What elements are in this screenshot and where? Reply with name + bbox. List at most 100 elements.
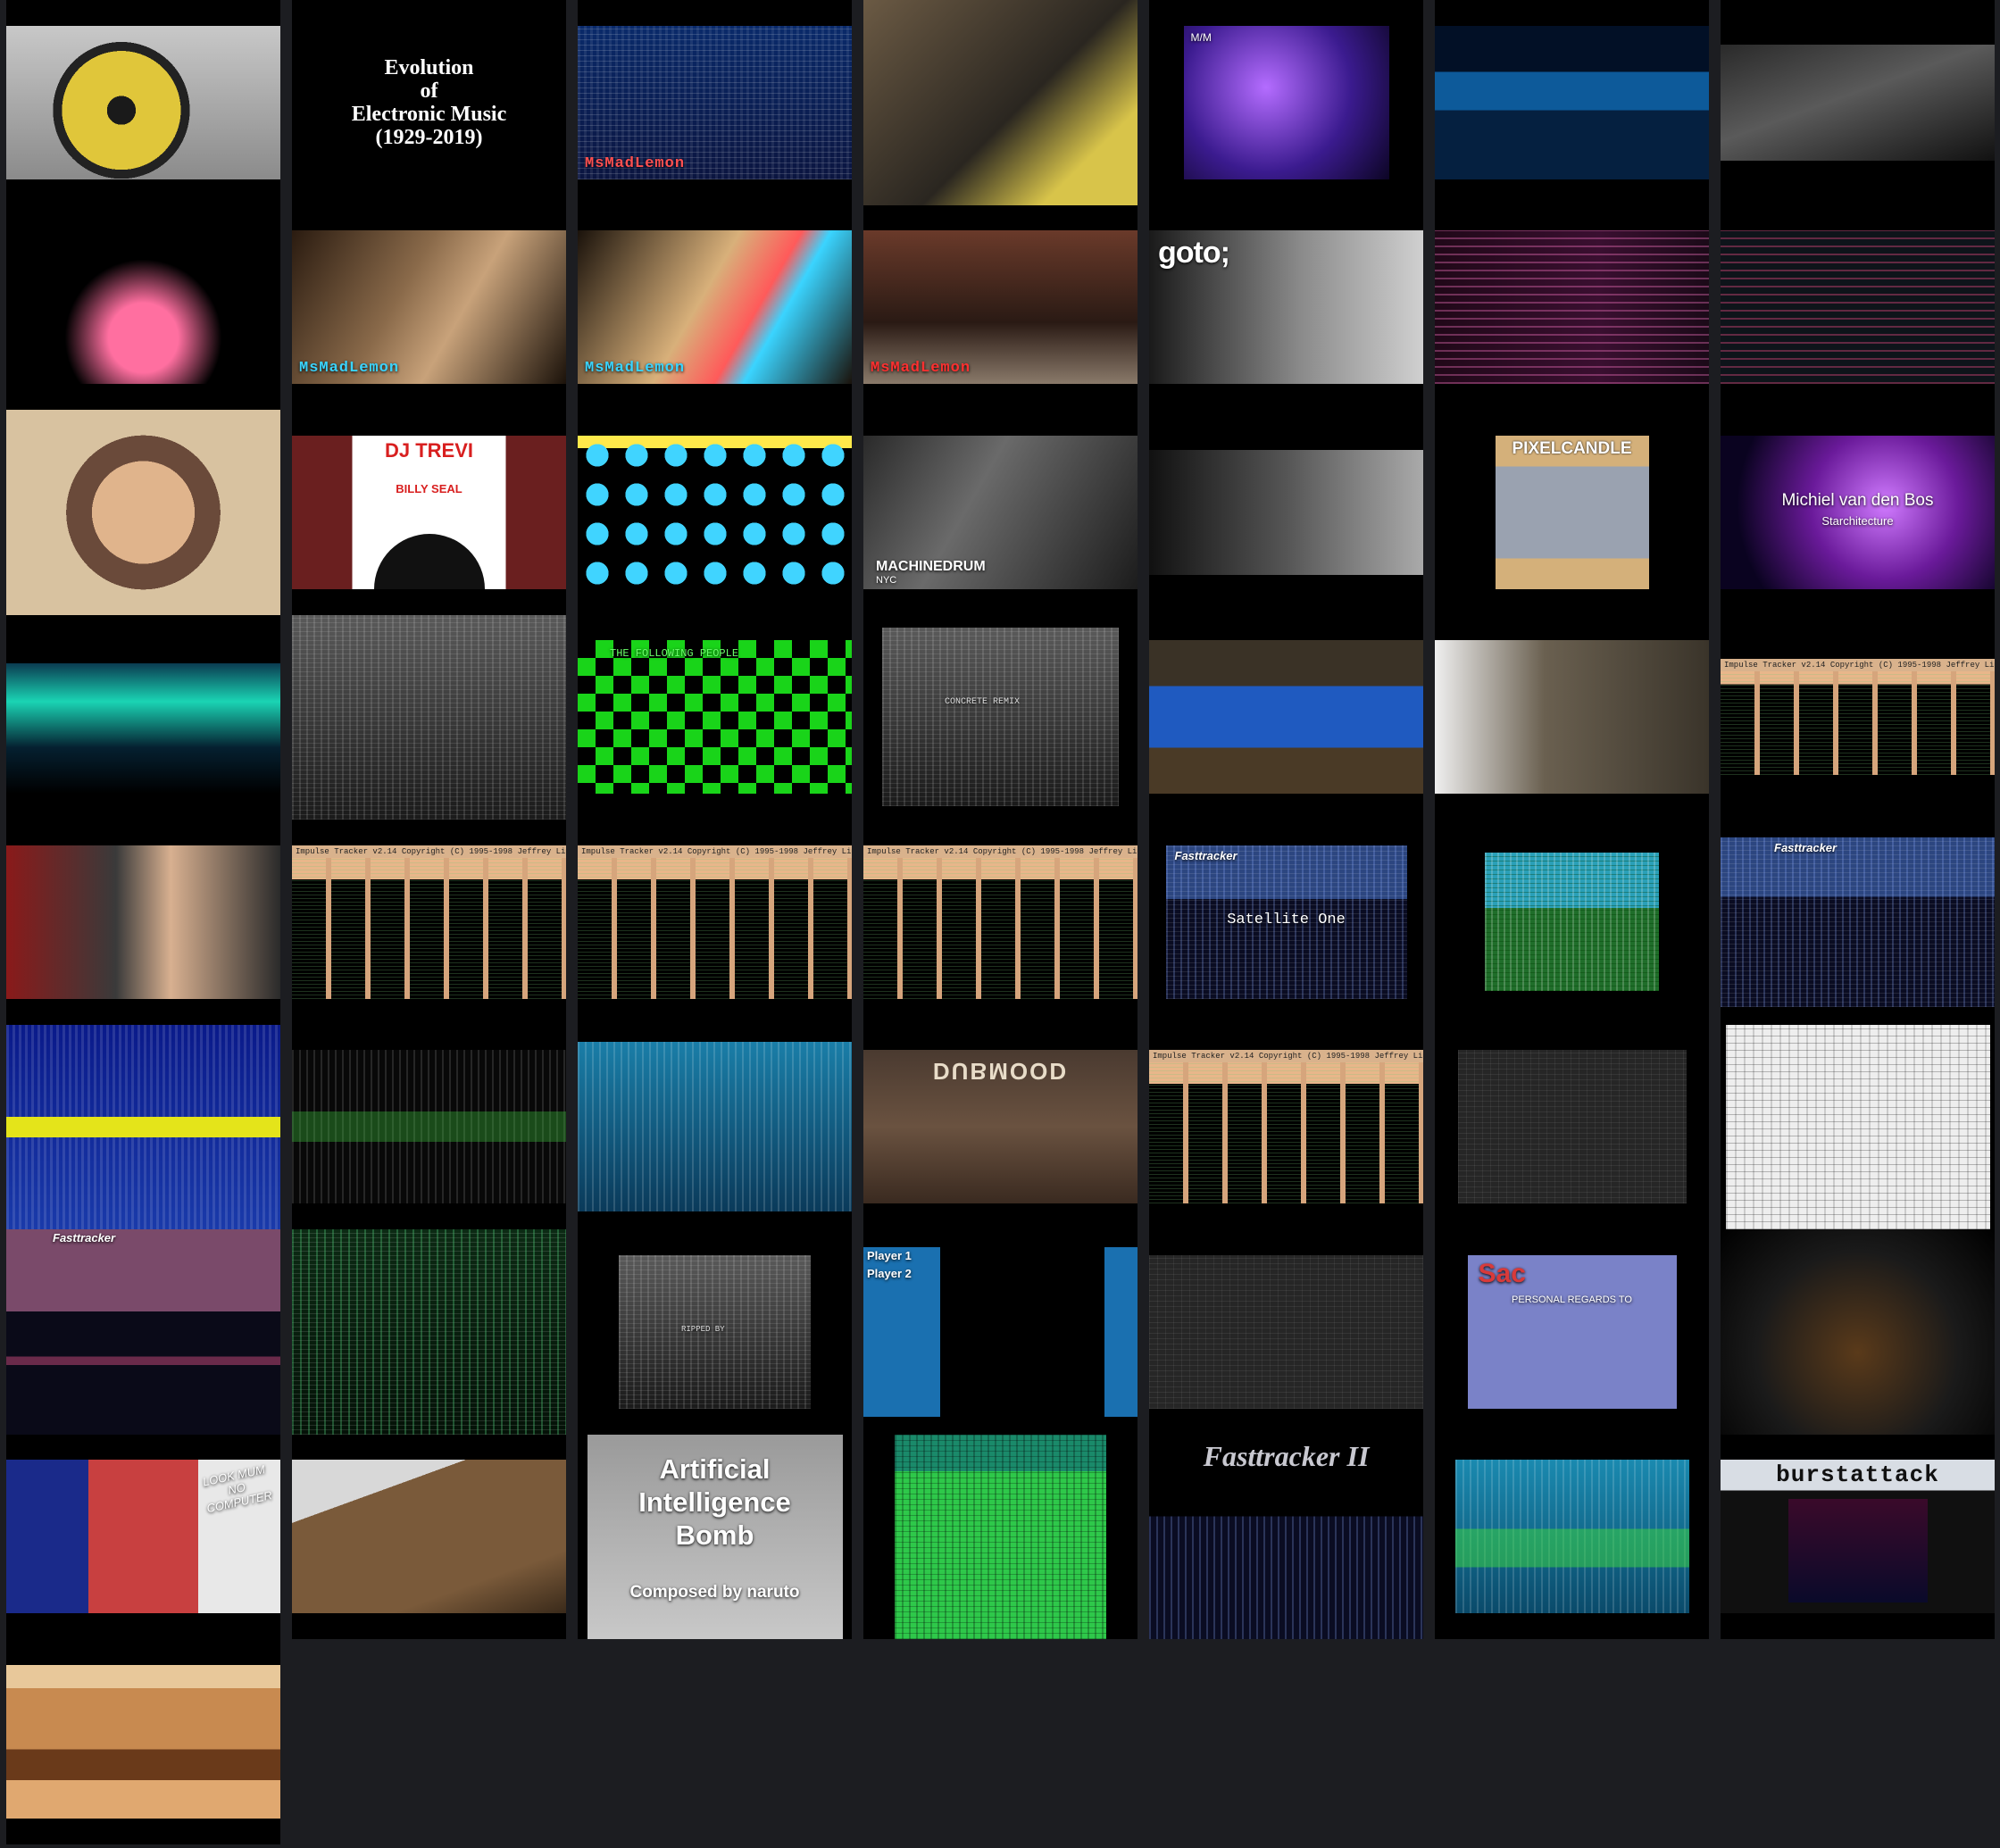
video-tile-michiel-van-den-bos[interactable]: Michiel van den Bos Starchitecture — [1721, 410, 1995, 615]
video-tile-famitracker-white[interactable] — [1721, 1024, 1995, 1229]
video-tile-blue-tracker[interactable] — [6, 1024, 280, 1229]
thumbnail-caption: Fasttracker II — [1203, 1439, 1370, 1472]
video-tile-sac-credits[interactable]: Sac PERSONAL REGARDS TO — [1435, 1229, 1709, 1435]
video-tile-concert-crowd[interactable] — [1435, 0, 1709, 205]
video-tile-evolution[interactable]: Evolution of Electronic Music (1929-2019… — [292, 0, 566, 205]
tracker-screen: CONCRETE REMIX — [882, 628, 1119, 807]
video-tile-barrels-drummer[interactable] — [1149, 614, 1423, 820]
video-tile-tracker-teal-wide[interactable] — [1435, 1434, 1709, 1639]
video-tile-player-tracker[interactable]: Player 1 Player 2 — [863, 1229, 1138, 1435]
thumbnail-caption: DUBMOOD — [932, 1058, 1069, 1086]
video-tile-bass-guitar[interactable] — [1721, 0, 1995, 205]
video-tile-fasttracker-logo[interactable]: Fasttracker II — [1149, 1434, 1423, 1639]
video-tile-tracker-dark-green[interactable] — [292, 1024, 566, 1229]
thumbnail-image — [1721, 230, 1995, 385]
video-tile-robot-arm[interactable] — [1721, 1229, 1995, 1435]
video-tile-pixelcandle[interactable]: PIXELCANDLE — [1435, 410, 1709, 615]
thumbnail-image — [292, 614, 566, 820]
video-tile-tracker-dark-lines[interactable] — [1149, 1229, 1423, 1435]
video-tile-impulse-tracker-3[interactable]: Impulse Tracker v2.14 Copyright (C) 1995… — [578, 820, 852, 1025]
thumbnail-caption: RIPPED BY — [681, 1324, 725, 1334]
thumbnail-image — [6, 25, 280, 179]
video-tile-fasttracker-2[interactable]: Fasttracker — [1721, 820, 1995, 1025]
video-tile-studio-overhead[interactable] — [863, 0, 1138, 205]
video-tile-msmadlemon-chip-2[interactable]: MsMadLemon — [578, 204, 852, 410]
thumbnail-image — [578, 1042, 852, 1212]
video-tile-tracker-dark-ui[interactable] — [1435, 1024, 1709, 1229]
video-tile-skeleton-room[interactable] — [1435, 614, 1709, 820]
video-tile-gameboy-guy[interactable] — [6, 410, 280, 615]
thumbnail-image — [1454, 1460, 1689, 1614]
video-tile-dubmood[interactable]: DUBMOOD — [863, 1024, 1138, 1229]
video-tile-car-interior[interactable] — [292, 1434, 566, 1639]
thumbnail-caption: CONCRETE REMIX — [945, 697, 1021, 708]
thumbnail-image — [1149, 449, 1423, 575]
thumbnail-image — [292, 1460, 566, 1614]
video-tile-blue-faces[interactable] — [578, 410, 852, 615]
thumbnail-image: MACHINEDRUM NYC — [863, 435, 1138, 589]
thumbnail-caption: LOOK MUM NO COMPUTER — [201, 1462, 274, 1516]
video-tile-tracker-grey-2[interactable]: RIPPED BY — [578, 1229, 852, 1435]
video-tile-live-coding-editor[interactable] — [1721, 204, 1995, 410]
video-tile-following-people[interactable]: THE FOLLOWING PEOPLE — [578, 614, 852, 820]
video-tile-turntable[interactable] — [6, 0, 280, 205]
video-tile-impulse-tracker-2[interactable]: Impulse Tracker v2.14 Copyright (C) 1995… — [292, 820, 566, 1025]
video-tile-dj-trevi[interactable]: DJ TREVI BILLY SEAL — [292, 410, 566, 615]
video-tile-msmadlemon-cat[interactable]: MsMadLemon — [863, 204, 1138, 410]
video-tile-impulse-tracker-5[interactable]: Impulse Tracker v2.14 Copyright (C) 1995… — [1149, 1024, 1423, 1229]
video-tile-impulse-tracker-1[interactable]: Impulse Tracker v2.14 Copyright (C) 1995… — [1721, 614, 1995, 820]
thumbnail-image — [895, 1434, 1106, 1639]
video-tile-concrete-remix[interactable]: CONCRETE REMIX — [863, 614, 1138, 820]
thumbnail-image: M/M — [1183, 25, 1389, 179]
video-tile-impulse-tracker-4[interactable]: Impulse Tracker v2.14 Copyright (C) 1995… — [863, 820, 1138, 1025]
video-tile-tracker-green-2[interactable] — [292, 1229, 566, 1435]
video-tile-mm-performer[interactable]: M/M — [1149, 0, 1423, 205]
video-tile-goto-talk[interactable]: goto; — [1149, 204, 1423, 410]
video-tile-live-coding-pink[interactable] — [1435, 204, 1709, 410]
video-tile-msmadlemon-tracker[interactable]: MsMadLemon — [578, 0, 852, 205]
thumbnail-subcaption: Starchitecture — [1821, 513, 1894, 528]
thumbnail-image — [1485, 853, 1659, 992]
thumbnail-image — [6, 230, 280, 385]
thumbnail-image — [292, 1050, 566, 1204]
thumbnail-subcaption: BILLY SEAL — [396, 481, 462, 495]
video-tile-satellite-one[interactable]: Fasttracker Satellite One — [1149, 820, 1423, 1025]
thumbnail-image — [1435, 230, 1709, 385]
thumbnail-image: CONCRETE REMIX — [863, 614, 1138, 820]
thumbnail-image — [6, 1024, 280, 1229]
video-tile-msmadlemon-chip-1[interactable]: MsMadLemon — [292, 204, 566, 410]
thumbnail-image — [1457, 1050, 1687, 1204]
video-tile-tracker-small-1[interactable] — [1435, 820, 1709, 1025]
video-tile-ai-bomb[interactable]: Artificial Intelligence Bomb Composed by… — [578, 1434, 852, 1639]
video-tile-fasttracker-3[interactable]: Fasttracker — [6, 1229, 280, 1435]
video-tile-tracker-grey-1[interactable] — [292, 614, 566, 820]
video-tile-machinedrum[interactable]: MACHINEDRUM NYC — [863, 410, 1138, 615]
thumbnail-caption: Sac — [1478, 1258, 1526, 1288]
thumbnail-image: Sac PERSONAL REGARDS TO — [1467, 1254, 1677, 1409]
video-tile-keytar-bw[interactable] — [1149, 410, 1423, 615]
thumbnail-subcaption: PERSONAL REGARDS TO — [1512, 1294, 1632, 1305]
thumbnail-image — [6, 1664, 280, 1819]
thumbnail-caption: goto; — [1158, 236, 1230, 271]
video-thumbnail-grid: Evolution of Electronic Music (1929-2019… — [6, 0, 1995, 1844]
video-tile-blue-man-group[interactable] — [6, 204, 280, 410]
thumbnail-image — [1149, 640, 1423, 795]
video-tile-desert-dunes[interactable] — [6, 1639, 280, 1844]
thumbnail-image: Impulse Tracker v2.14 Copyright (C) 1995… — [292, 845, 566, 999]
video-tile-aurora-lake[interactable] — [6, 614, 280, 820]
thumbnail-image — [1435, 25, 1709, 179]
video-tile-man-studio[interactable] — [6, 820, 280, 1025]
video-tile-organ-player[interactable]: LOOK MUM NO COMPUTER — [6, 1434, 280, 1639]
video-tile-fasttracker-config[interactable] — [578, 1024, 852, 1229]
thumbnail-image — [292, 1229, 566, 1435]
thumbnail-caption: Fasttracker — [1174, 848, 1238, 862]
thumbnail-image — [6, 410, 280, 615]
thumbnail-image: Fasttracker — [6, 1229, 280, 1435]
thumbnail-image: LOOK MUM NO COMPUTER — [6, 1460, 280, 1614]
video-tile-burstattack[interactable]: burstattack — [1721, 1434, 1995, 1639]
thumbnail-image: Evolution of Electronic Music (1929-2019… — [292, 0, 566, 205]
thumbnail-title: Evolution of Electronic Music (1929-2019… — [351, 55, 507, 149]
video-tile-tracker-teal-green[interactable] — [863, 1434, 1138, 1639]
thumbnail-image: Impulse Tracker v2.14 Copyright (C) 1995… — [1149, 1050, 1423, 1204]
thumbnail-caption: Fasttracker — [53, 1231, 116, 1244]
